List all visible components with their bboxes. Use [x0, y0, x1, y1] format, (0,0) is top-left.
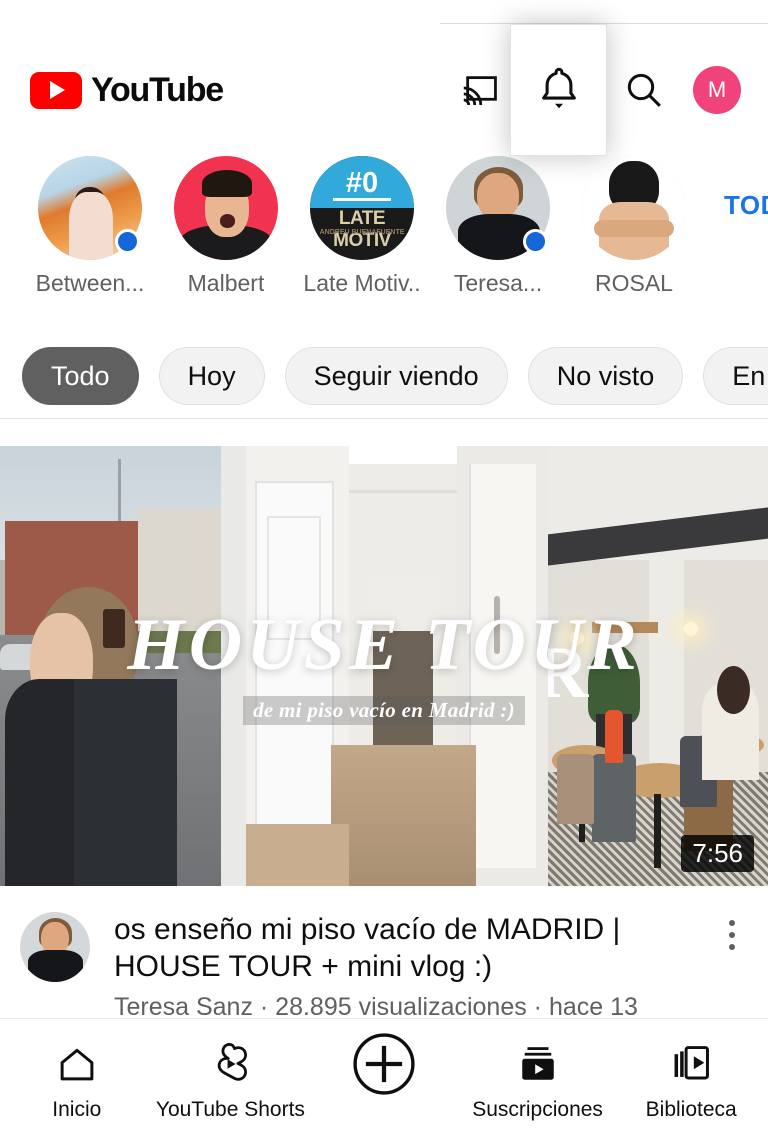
- youtube-logo[interactable]: YouTube: [30, 70, 224, 110]
- video-meta-row[interactable]: os enseño mi piso vacío de MADRID | HOUS…: [0, 894, 768, 1050]
- youtube-play-badge-icon: [30, 71, 82, 109]
- story-item[interactable]: #0 LATE MOTIV ANDREU BUENAFUENTE Late Mo…: [294, 156, 430, 297]
- nav-label: YouTube Shorts: [155, 1098, 305, 1121]
- new-content-dot: [523, 229, 548, 254]
- nav-label: Inicio: [52, 1098, 102, 1121]
- story-item[interactable]: Malbert: [158, 156, 294, 297]
- story-artwork: #0 LATE MOTIV ANDREU BUENAFUENTE: [310, 156, 414, 260]
- avatar: [174, 156, 278, 260]
- thumbnail-panel-street: [0, 446, 246, 886]
- story-ring: [582, 156, 686, 260]
- video-title[interactable]: os enseño mi piso vacío de MADRID | HOUS…: [114, 912, 702, 985]
- story-item[interactable]: ROSAL: [566, 156, 702, 297]
- cast-button[interactable]: [439, 49, 521, 131]
- nav-item-suscripciones[interactable]: Suscripciones: [461, 1039, 615, 1122]
- story-ring: [446, 156, 550, 260]
- kebab-dot: [729, 932, 735, 938]
- story-ring: [174, 156, 278, 260]
- avatar: #0 LATE MOTIV ANDREU BUENAFUENTE: [310, 156, 414, 260]
- video-duration-badge: 7:56: [681, 835, 754, 872]
- account-avatar[interactable]: M: [693, 66, 741, 114]
- channel-avatar[interactable]: [20, 912, 90, 982]
- notifications-button-highlight[interactable]: [510, 24, 607, 156]
- video-more-options-button[interactable]: [710, 912, 754, 1014]
- stories-see-all-link[interactable]: TODOS: [724, 190, 768, 221]
- avatar: [582, 156, 686, 260]
- story-label: ROSAL: [595, 270, 673, 296]
- story-artwork: [582, 156, 686, 260]
- story-label: Between...: [35, 270, 145, 296]
- youtube-logo-text: YouTube: [91, 70, 224, 109]
- story-label: Late Motiv..: [303, 270, 421, 296]
- play-triangle-icon: [50, 81, 65, 99]
- video-meta-text: os enseño mi piso vacío de MADRID | HOUS…: [90, 912, 710, 1050]
- shorts-icon: [209, 1039, 251, 1089]
- kebab-dot: [729, 920, 735, 926]
- thumbnail-panel-hallway: [246, 446, 548, 886]
- kebab-dot: [729, 944, 735, 950]
- artwork-shape: [69, 192, 113, 260]
- artwork-shape: [332, 197, 392, 201]
- status-strip: [0, 0, 768, 24]
- story-art-line3: ANDREU BUENAFUENTE: [319, 228, 405, 236]
- filter-chips-row[interactable]: Todo Hoy Seguir viendo No visto En direc…: [0, 335, 768, 417]
- nav-item-inicio[interactable]: Inicio: [0, 1039, 154, 1122]
- cast-icon: [463, 76, 497, 106]
- artwork-shape: [594, 220, 674, 238]
- story-label: Teresa...: [453, 270, 543, 296]
- nav-item-shorts[interactable]: YouTube Shorts: [154, 1039, 308, 1122]
- filter-chip-no-visto[interactable]: No visto: [527, 347, 684, 405]
- story-item[interactable]: Teresa...: [430, 156, 566, 297]
- nav-item-biblioteca[interactable]: Biblioteca: [614, 1039, 768, 1122]
- nav-label: Suscripciones: [472, 1098, 603, 1121]
- stories-row[interactable]: Between... Malbert #0 LATE MOTIV ANDREU …: [0, 156, 768, 322]
- section-divider: [0, 418, 768, 419]
- home-icon: [56, 1039, 98, 1089]
- bell-icon: [541, 67, 576, 109]
- artwork-shape: [202, 169, 252, 197]
- thumbnail-panel-cafe: R: [548, 446, 768, 886]
- artwork-shape: [219, 214, 236, 228]
- story-art-line1: #0: [345, 167, 379, 200]
- filter-chip-hoy[interactable]: Hoy: [158, 347, 265, 405]
- filter-chip-en-directo[interactable]: En directo: [703, 347, 768, 405]
- bottom-navigation: Inicio YouTube Shorts Suscripciones Bibl…: [0, 1019, 768, 1139]
- subscriptions-icon: [517, 1039, 559, 1089]
- youtube-mobile-screen: YouTube M Between... Malbert #0 LATE MOT…: [0, 0, 768, 1139]
- app-header: YouTube M: [0, 24, 768, 156]
- nav-label: Biblioteca: [645, 1098, 737, 1121]
- story-item[interactable]: Between...: [22, 156, 158, 297]
- search-icon: [627, 73, 661, 107]
- create-plus-icon: [350, 1033, 418, 1095]
- story-label: Malbert: [187, 270, 265, 296]
- story-ring: #0 LATE MOTIV ANDREU BUENAFUENTE: [310, 156, 414, 260]
- story-ring: [38, 156, 142, 260]
- filter-chip-seguir-viendo[interactable]: Seguir viendo: [284, 347, 508, 405]
- story-artwork: [174, 156, 278, 260]
- filter-chip-todo[interactable]: Todo: [22, 347, 139, 405]
- library-icon: [670, 1039, 712, 1089]
- video-thumbnail[interactable]: R HOUSE TOUR de mi piso vacío en Madrid …: [0, 446, 768, 886]
- nav-item-create[interactable]: [307, 1033, 461, 1098]
- search-button[interactable]: [603, 49, 685, 131]
- new-content-dot: [115, 229, 140, 254]
